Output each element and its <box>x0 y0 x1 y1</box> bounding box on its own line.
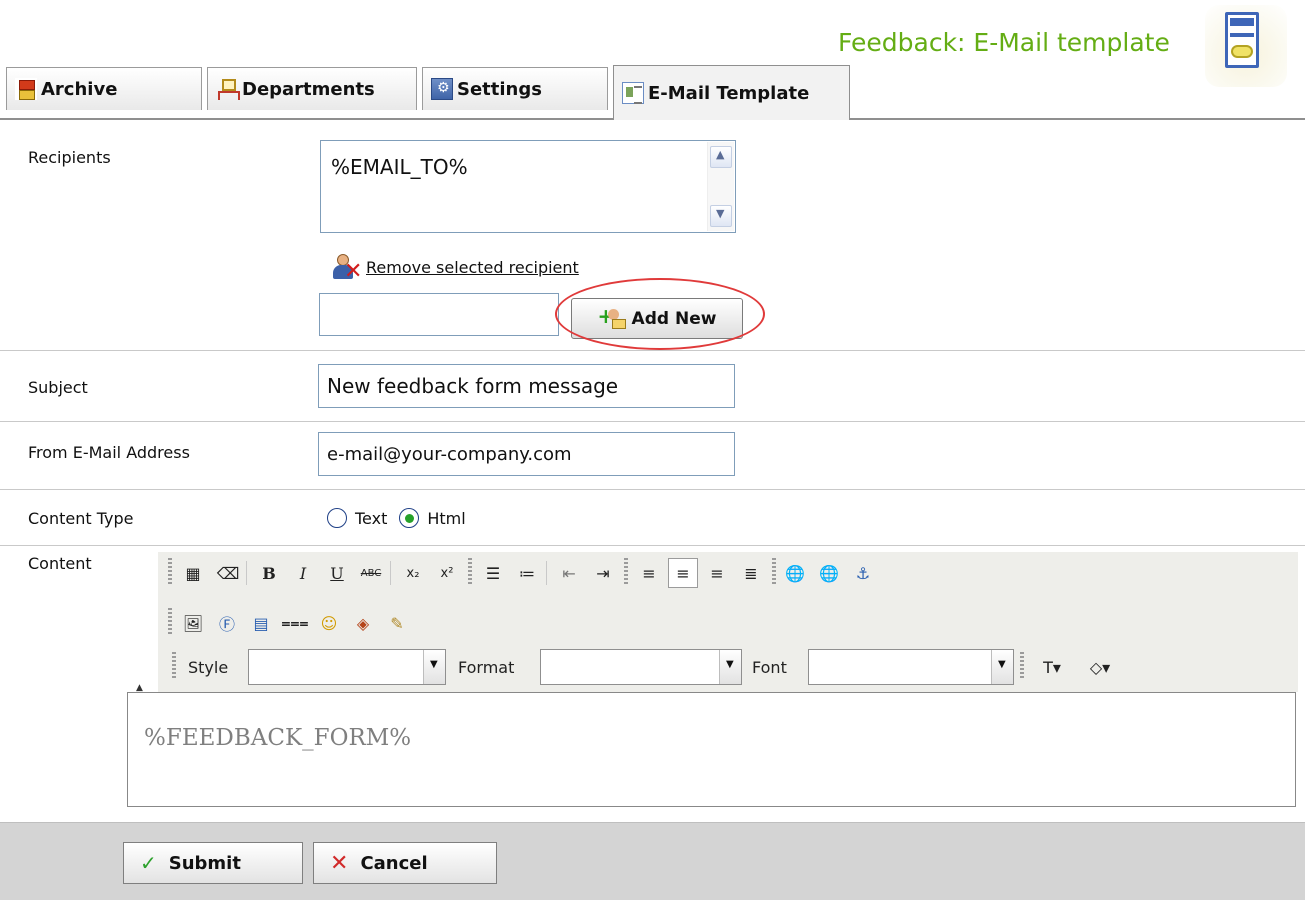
collapse-toolbar-icon[interactable] <box>136 675 150 689</box>
scroll-up-button[interactable] <box>710 146 732 168</box>
indent-icon[interactable]: ⇥ <box>588 558 618 588</box>
insert-link-icon[interactable]: 🌐 <box>780 558 810 588</box>
subscript-icon[interactable]: x₂ <box>398 558 428 588</box>
format-select[interactable] <box>540 649 742 685</box>
page-break-icon[interactable]: ✎ <box>382 608 412 638</box>
editor-body-text[interactable]: %FEEDBACK_FORM% <box>144 725 411 751</box>
tab-email-template[interactable]: E-Mail Template <box>613 65 850 120</box>
close-icon: ✕ <box>330 850 349 876</box>
submit-label: Submit <box>168 852 241 874</box>
row-divider <box>0 421 1305 422</box>
from-email-input[interactable]: e-mail@your-company.com <box>318 432 735 476</box>
remove-person-icon: ✕ <box>330 252 362 283</box>
align-right-icon[interactable]: ≡ <box>702 558 732 588</box>
cancel-button[interactable]: ✕ Cancel <box>313 842 497 884</box>
archive-icon <box>15 78 37 100</box>
content-type-label: Content Type <box>28 509 134 528</box>
highlight-ellipse <box>555 278 765 350</box>
form-footer: ✓ Submit ✕ Cancel <box>0 822 1305 900</box>
bold-icon[interactable]: B <box>254 558 284 588</box>
chevron-down-icon <box>719 650 741 684</box>
tab-label: Settings <box>457 78 542 100</box>
content-type-radio-group: Text Html <box>327 508 478 528</box>
justify-icon[interactable]: ≣ <box>736 558 766 588</box>
tab-label: E-Mail Template <box>648 82 810 104</box>
content-label: Content <box>28 554 92 573</box>
toolbar-separator <box>246 561 247 585</box>
bullet-list-icon[interactable]: ≔ <box>512 558 542 588</box>
smiley-icon[interactable]: ☺ <box>314 608 344 638</box>
chevron-down-icon <box>991 650 1013 684</box>
submit-button[interactable]: ✓ Submit <box>123 842 303 884</box>
content-editor[interactable]: %FEEDBACK_FORM% <box>127 692 1296 807</box>
toolbar-grip <box>168 608 172 634</box>
toolbar-grip <box>772 558 776 584</box>
outdent-icon[interactable]: ⇤ <box>554 558 584 588</box>
anchor-icon[interactable]: ⚓ <box>848 558 878 588</box>
checkmark-icon: ✓ <box>140 851 157 875</box>
tab-archive[interactable]: Archive <box>6 67 202 110</box>
align-center-icon[interactable]: ≡ <box>668 558 698 588</box>
from-email-label: From E-Mail Address <box>28 443 190 462</box>
tab-bar: Archive Departments Settings E-Mail Temp… <box>0 65 1305 120</box>
editor-toolbar: ▦ ⌫ B I U ABC x₂ x² ☰ ≔ ⇤ ⇥ ≡ ≡ ≡ ≣ 🌐 🌐 … <box>158 552 1298 692</box>
insert-image-icon[interactable]: 🖼 <box>178 608 208 638</box>
radio-text[interactable] <box>327 508 347 528</box>
settings-icon <box>431 78 453 100</box>
toolbar-grip <box>168 558 172 584</box>
insert-flash-icon[interactable]: Ⓕ <box>212 608 242 638</box>
special-char-icon[interactable]: ◈ <box>348 608 378 638</box>
horizontal-rule-icon[interactable]: ⩶ <box>280 608 310 638</box>
background-color-icon[interactable]: ◇▾ <box>1078 652 1122 682</box>
remove-recipient-link[interactable]: ✕ Remove selected recipient <box>330 252 579 283</box>
row-divider <box>0 489 1305 490</box>
toolbar-grip <box>468 558 472 584</box>
recipients-label: Recipients <box>28 148 111 167</box>
tab-settings[interactable]: Settings <box>422 67 608 110</box>
subject-label: Subject <box>28 378 88 397</box>
radio-html-label[interactable]: Html <box>427 509 465 528</box>
tab-label: Archive <box>41 78 118 100</box>
insert-table-icon[interactable]: ▤ <box>246 608 276 638</box>
strikethrough-icon[interactable]: ABC <box>356 558 386 588</box>
text-color-icon[interactable]: T▾ <box>1030 652 1074 682</box>
superscript-icon[interactable]: x² <box>432 558 462 588</box>
radio-text-label[interactable]: Text <box>355 509 387 528</box>
page-title: Feedback: E-Mail template <box>838 28 1170 57</box>
email-template-tab-icon <box>622 82 644 104</box>
row-divider <box>0 350 1305 351</box>
listbox-scrollbar[interactable] <box>707 142 734 231</box>
unlink-icon[interactable]: 🌐 <box>814 558 844 588</box>
tab-departments[interactable]: Departments <box>207 67 417 110</box>
font-select[interactable] <box>808 649 1014 685</box>
subject-input[interactable]: New feedback form message <box>318 364 735 408</box>
remove-recipient-label: Remove selected recipient <box>366 257 579 277</box>
select-all-icon[interactable]: ▦ <box>178 558 208 588</box>
departments-icon <box>216 78 240 100</box>
recipient-item[interactable]: %EMAIL_TO% <box>331 155 468 179</box>
align-left-icon[interactable]: ≡ <box>634 558 664 588</box>
cancel-label: Cancel <box>360 852 428 874</box>
eraser-icon[interactable]: ⌫ <box>213 558 243 588</box>
toolbar-grip <box>624 558 628 584</box>
toolbar-separator <box>390 561 391 585</box>
scroll-down-button[interactable] <box>710 205 732 227</box>
style-select[interactable] <box>248 649 446 685</box>
chevron-down-icon <box>423 650 445 684</box>
font-label: Font <box>752 658 787 677</box>
style-label: Style <box>188 658 229 677</box>
recipients-listbox[interactable]: %EMAIL_TO% <box>320 140 736 233</box>
underline-icon[interactable]: U <box>322 558 352 588</box>
toolbar-separator <box>546 561 547 585</box>
format-label: Format <box>458 658 515 677</box>
italic-icon[interactable]: I <box>288 558 318 588</box>
row-divider <box>0 545 1305 546</box>
numbered-list-icon[interactable]: ☰ <box>478 558 508 588</box>
new-recipient-input[interactable] <box>319 293 559 336</box>
toolbar-grip <box>1020 652 1024 678</box>
radio-html[interactable] <box>399 508 420 528</box>
toolbar-grip <box>172 652 176 678</box>
tab-label: Departments <box>242 78 375 100</box>
